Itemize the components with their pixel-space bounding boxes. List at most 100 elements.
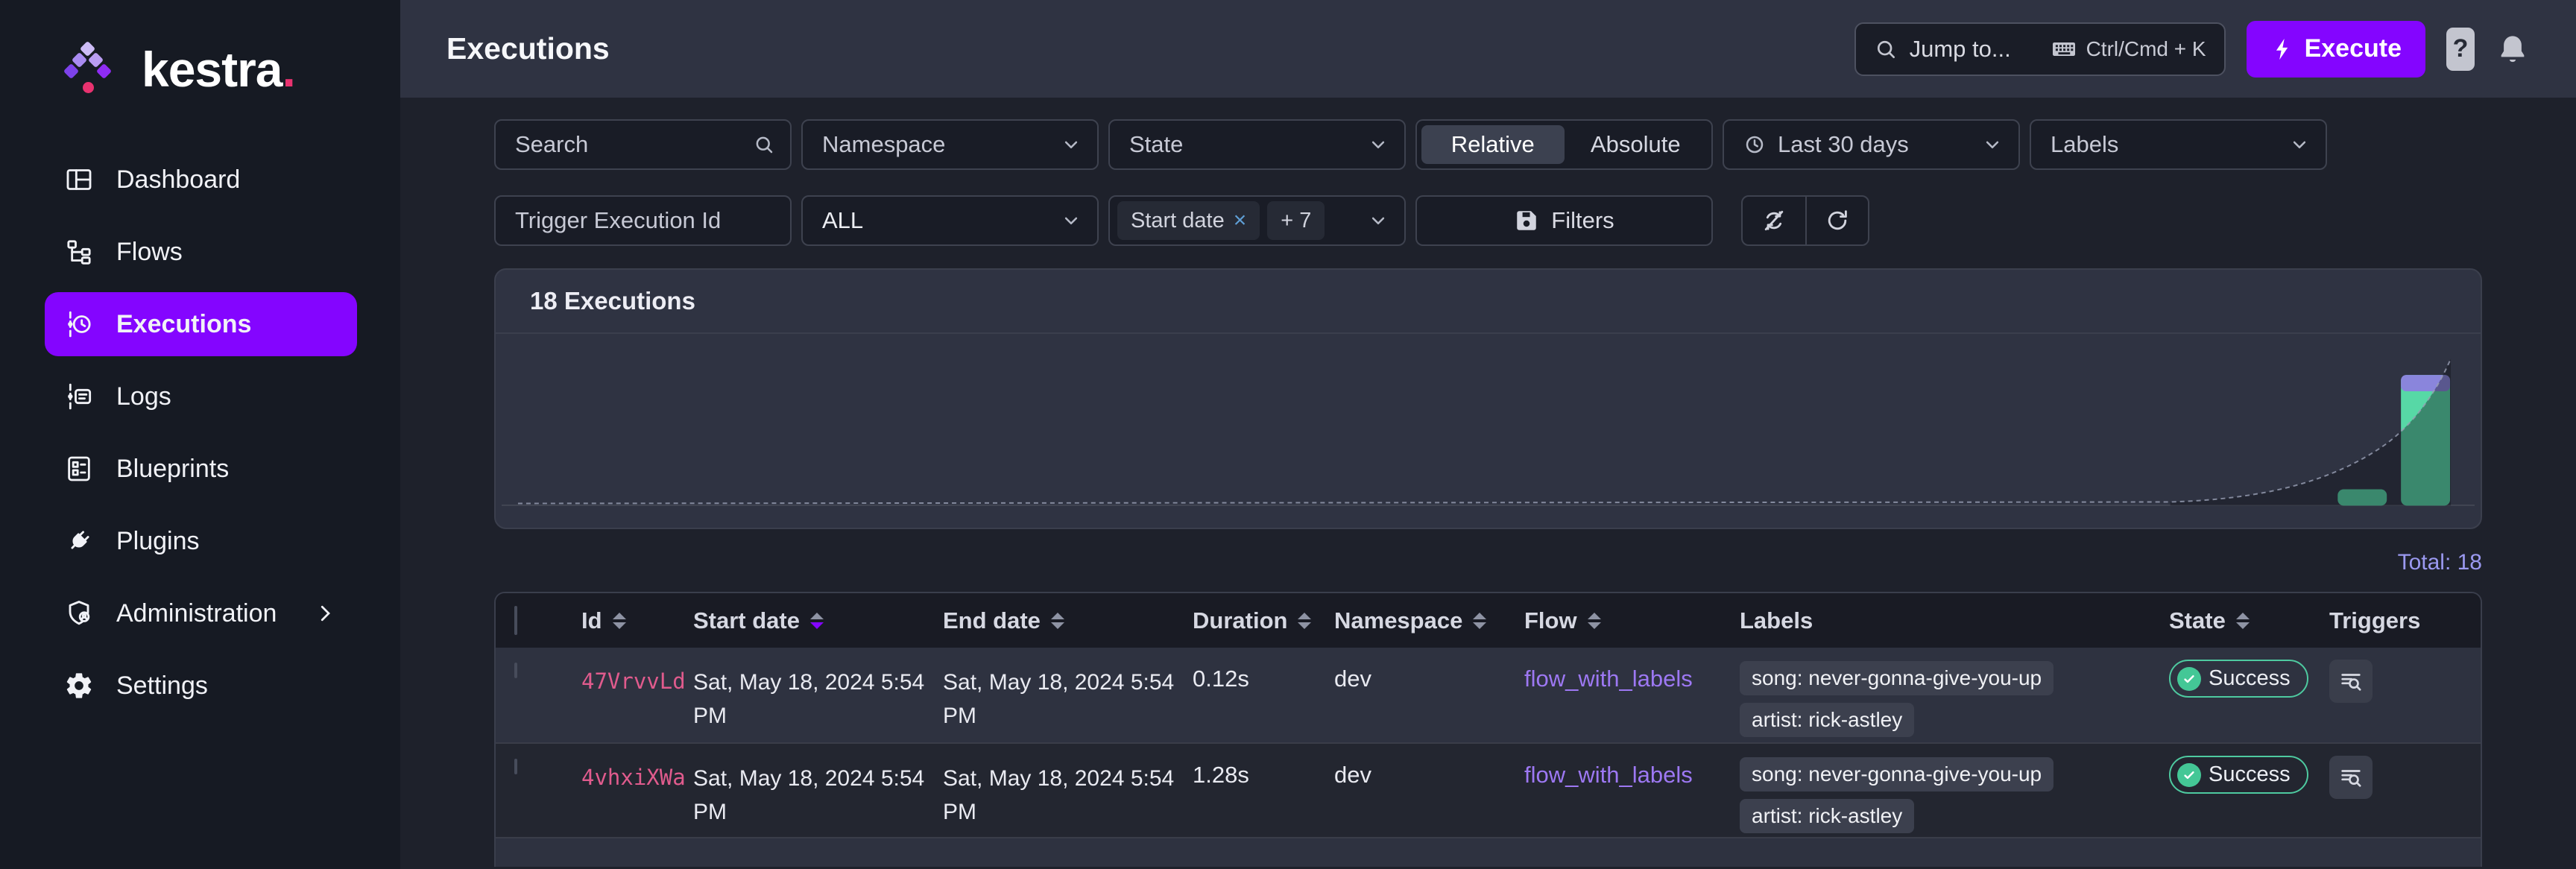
keyboard-icon bbox=[2051, 36, 2077, 63]
sidebar-item-executions[interactable]: Executions bbox=[45, 292, 357, 356]
bell-icon[interactable] bbox=[2496, 32, 2530, 66]
sidebar-item-plugins[interactable]: Plugins bbox=[45, 509, 357, 573]
check-circle-icon bbox=[2177, 762, 2201, 787]
kestra-logo[interactable]: kestra. bbox=[0, 0, 400, 100]
gear-icon bbox=[64, 671, 94, 701]
chevron-right-icon bbox=[314, 602, 336, 625]
jump-to-search[interactable]: Ctrl/Cmd + K bbox=[1854, 22, 2226, 76]
execution-id-link[interactable]: 47VrvvLd bbox=[553, 648, 686, 694]
trigger-execution-id-input[interactable] bbox=[515, 207, 775, 234]
labels-select-label: Labels bbox=[2051, 131, 2119, 157]
jump-to-input[interactable] bbox=[1909, 35, 2039, 63]
row-checkbox[interactable] bbox=[514, 759, 517, 774]
sidebar-item-label: Flows bbox=[116, 237, 183, 266]
sort-icon bbox=[1298, 612, 1312, 629]
refresh-button[interactable] bbox=[1805, 197, 1868, 244]
select-all-checkbox[interactable] bbox=[514, 605, 517, 635]
relative-toggle[interactable]: Relative bbox=[1421, 125, 1565, 164]
header-namespace[interactable]: Namespace bbox=[1327, 607, 1517, 634]
start-date-chip: Start date × bbox=[1117, 201, 1260, 240]
end-date-cell: Sat, May 18, 2024 5:54 PM bbox=[943, 766, 1175, 824]
lightning-bolt-icon bbox=[2276, 38, 2288, 60]
chevron-down-icon bbox=[1060, 209, 1082, 232]
sidebar-item-settings[interactable]: Settings bbox=[45, 654, 357, 718]
header-state[interactable]: State bbox=[2162, 607, 2322, 634]
chevron-down-icon bbox=[2288, 133, 2311, 156]
keyboard-shortcut: Ctrl/Cmd + K bbox=[2051, 36, 2206, 63]
text-search-icon bbox=[2341, 674, 2361, 691]
row-select-cell bbox=[496, 648, 553, 678]
header-labels: Labels bbox=[1740, 607, 1813, 633]
kestra-wordmark: kestra. bbox=[142, 42, 296, 97]
header-end-date[interactable]: End date bbox=[935, 607, 1185, 634]
labels-select[interactable]: Labels bbox=[2030, 119, 2327, 170]
sidebar-item-administration[interactable]: Administration bbox=[45, 581, 357, 645]
executions-table: Id Start date End date Duration Namespac… bbox=[494, 592, 2482, 867]
header-flow[interactable]: Flow bbox=[1517, 607, 1737, 634]
refresh-button-group bbox=[1741, 195, 1869, 246]
sidebar-item-label: Logs bbox=[116, 382, 171, 411]
namespace-cell: dev bbox=[1334, 762, 1371, 788]
date-range-label: Last 30 days bbox=[1778, 131, 1909, 157]
namespace-select[interactable]: Namespace bbox=[801, 119, 1099, 170]
shield-account-icon bbox=[64, 598, 94, 628]
total-count: Total: 18 bbox=[2397, 550, 2482, 575]
help-icon[interactable]: ? bbox=[2446, 27, 2475, 71]
execution-id-link[interactable]: 4vhxiXWa bbox=[553, 744, 686, 790]
sidebar-item-blueprints[interactable]: Blueprints bbox=[45, 437, 357, 501]
view-trigger-button[interactable] bbox=[2329, 660, 2373, 703]
table-row-partial bbox=[496, 837, 2481, 867]
executions-chart-card: 18 Executions bbox=[494, 268, 2482, 529]
columns-multiselect[interactable]: Start date × + 7 bbox=[1108, 195, 1406, 246]
timeline-clock-icon bbox=[64, 309, 94, 339]
page-title: Executions bbox=[446, 31, 610, 66]
state-cell: Success bbox=[2162, 744, 2322, 794]
remove-chip-icon[interactable]: × bbox=[1234, 208, 1247, 233]
date-range-select[interactable]: Last 30 days bbox=[1723, 119, 2020, 170]
search-input[interactable] bbox=[515, 131, 753, 158]
power-plug-icon bbox=[64, 526, 94, 556]
filter-row-1: Namespace State Relative Absolute Last 3… bbox=[494, 119, 2482, 170]
time-mode-toggle: Relative Absolute bbox=[1415, 119, 1713, 170]
filters-button[interactable]: Filters bbox=[1415, 195, 1713, 246]
select-all-cell bbox=[496, 605, 553, 635]
sidebar-item-dashboard[interactable]: Dashboard bbox=[45, 148, 357, 212]
trigger-execution-id-field[interactable] bbox=[494, 195, 792, 246]
sort-icon bbox=[2235, 612, 2250, 629]
state-label: Success bbox=[2209, 762, 2291, 786]
flow-link[interactable]: flow_with_labels bbox=[1524, 762, 1693, 788]
executions-bar-chart[interactable] bbox=[496, 334, 2481, 526]
auto-refresh-off-button[interactable] bbox=[1743, 197, 1805, 244]
filter-row-2: ALL Start date × + 7 Filters bbox=[494, 195, 2482, 246]
table-row: 47VrvvLd Sat, May 18, 2024 5:54 PM Sat, … bbox=[496, 648, 2481, 742]
sidebar-item-label: Executions bbox=[116, 309, 252, 338]
absolute-toggle[interactable]: Absolute bbox=[1565, 125, 1708, 164]
logo-dot bbox=[83, 82, 94, 93]
duration-cell: 1.28s bbox=[1193, 762, 1249, 788]
sidebar-item-flows[interactable]: Flows bbox=[45, 220, 357, 284]
header-id[interactable]: Id bbox=[553, 607, 686, 634]
sidebar-item-logs[interactable]: Logs bbox=[45, 364, 357, 429]
header-start-date[interactable]: Start date bbox=[686, 607, 935, 634]
search-field[interactable] bbox=[494, 119, 792, 170]
sort-icon bbox=[612, 612, 626, 629]
auto-refresh-off-icon bbox=[1764, 210, 1784, 231]
execute-button[interactable]: Execute bbox=[2246, 20, 2425, 78]
search-icon bbox=[1877, 40, 1895, 58]
scope-select-value: ALL bbox=[822, 207, 864, 233]
app-root: kestra. Dashboard Flows Executions Logs … bbox=[0, 0, 2576, 869]
state-select[interactable]: State bbox=[1108, 119, 1406, 170]
topbar-actions: Ctrl/Cmd + K Execute ? bbox=[1854, 20, 2530, 78]
row-checkbox[interactable] bbox=[514, 663, 517, 678]
flow-link[interactable]: flow_with_labels bbox=[1524, 666, 1693, 692]
timeline-text-icon bbox=[64, 382, 94, 411]
triggers-cell bbox=[2322, 648, 2481, 703]
clock-icon bbox=[1743, 133, 1766, 156]
view-trigger-button[interactable] bbox=[2329, 756, 2373, 799]
scope-select[interactable]: ALL bbox=[801, 195, 1099, 246]
state-select-label: State bbox=[1129, 131, 1184, 157]
sidebar-item-label: Settings bbox=[116, 671, 208, 700]
chevron-down-icon bbox=[1060, 133, 1082, 156]
labels-cell: song: never-gonna-give-you-up artist: ri… bbox=[1737, 648, 2162, 737]
header-duration[interactable]: Duration bbox=[1185, 607, 1327, 634]
